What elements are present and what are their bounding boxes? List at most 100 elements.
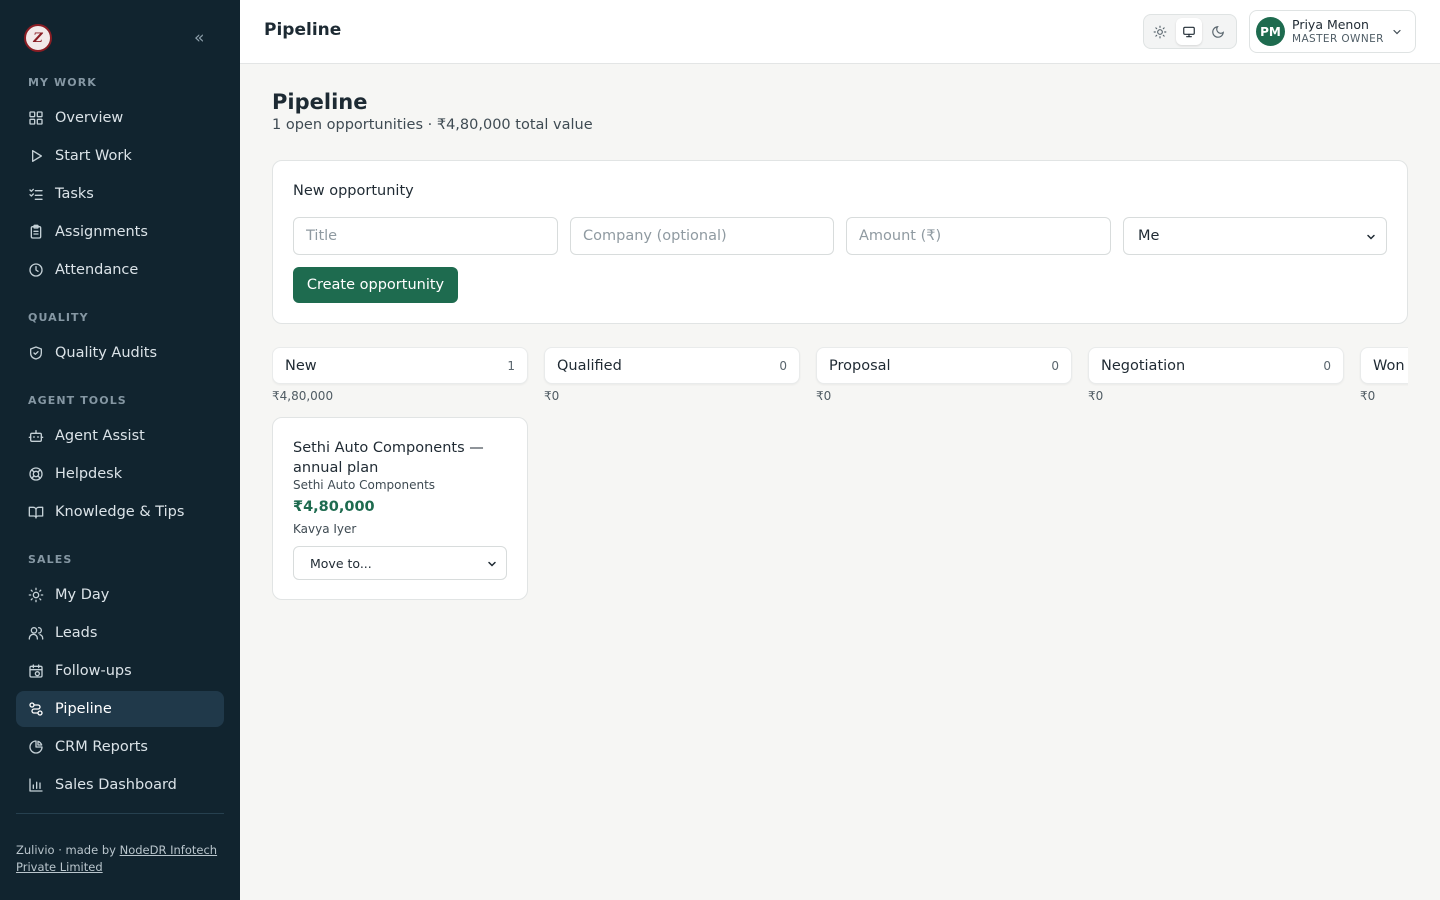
form-label: New opportunity [293, 183, 414, 199]
sidebar-item-label: Start Work [55, 148, 132, 164]
sidebar-item-assignments[interactable]: Assignments [16, 214, 224, 250]
move-stage-select[interactable]: Move to... [293, 546, 507, 580]
stage-header: Negotiation 0 [1088, 347, 1344, 384]
move-stage-label: Move to... [310, 555, 372, 571]
sidebar: Z « MY WORK Overview Start Work Tasks Assign… [0, 0, 240, 900]
sidebar-item-knowledge-tips[interactable]: Knowledge & Tips [16, 494, 224, 530]
sidebar-item-label: My Day [55, 587, 110, 603]
sidebar-item-label: Quality Audits [55, 345, 158, 361]
sidebar-item-label: Assignments [55, 224, 148, 240]
checklist-icon [29, 188, 43, 200]
shield-check-icon [30, 346, 42, 360]
sidebar-item-start-work[interactable]: Start Work [16, 138, 224, 174]
stage-name: Won [1373, 358, 1405, 374]
stage-header: Proposal 0 [816, 347, 1072, 384]
avatar: PM [1256, 17, 1285, 46]
sidebar-header: Z « [0, 0, 240, 76]
lifebuoy-icon [29, 467, 43, 481]
section-label: AGENT TOOLS [28, 394, 127, 407]
opportunity-card[interactable]: Sethi Auto Components — annual plan Seth… [272, 417, 528, 600]
dark-theme-button[interactable] [1204, 18, 1231, 45]
sidebar-item-overview[interactable]: Overview [16, 100, 224, 136]
sun-icon [1153, 25, 1167, 38]
stage-name: Negotiation [1101, 358, 1186, 374]
sidebar-item-label: Agent Assist [55, 428, 145, 444]
sidebar-item-helpdesk[interactable]: Helpdesk [16, 456, 224, 492]
opportunity-owner: Kavya Iyer [293, 522, 357, 536]
chevron-down-icon [488, 561, 496, 567]
stage-header: Won 0 [1360, 347, 1408, 384]
sidebar-item-my-day[interactable]: My Day [16, 577, 224, 613]
logo-mark: Z [33, 30, 43, 46]
moon-icon [1211, 25, 1224, 38]
footer-prefix: Zulivio · made by [16, 843, 120, 857]
owner-select[interactable]: Me [1123, 217, 1387, 255]
stage-total: ₹0 [1360, 389, 1376, 403]
section-label: MY WORK [28, 76, 97, 89]
app-logo[interactable]: Z [24, 24, 52, 52]
stage-name: Proposal [829, 358, 891, 374]
stage-header: Qualified 0 [544, 347, 800, 384]
light-theme-button[interactable] [1147, 18, 1174, 45]
main-content: Pipeline 1 open opportunities · ₹4,80,00… [240, 64, 1440, 900]
sidebar-item-label: Helpdesk [55, 466, 123, 482]
clock-icon [29, 263, 43, 277]
sidebar-item-label: Sales Dashboard [55, 777, 177, 793]
users-icon [28, 627, 44, 640]
clipboard-icon [30, 224, 42, 239]
user-menu[interactable]: PM Priya Menon MASTER OWNER [1249, 10, 1416, 53]
sidebar-item-label: Knowledge & Tips [55, 504, 185, 520]
stage-name: New [285, 358, 317, 374]
user-info: Priya Menon MASTER OWNER [1292, 16, 1384, 46]
stage-name: Qualified [557, 358, 622, 374]
route-icon [29, 702, 43, 716]
sidebar-footer: Zulivio · made by NodeDR Infotech Privat… [16, 813, 224, 876]
opportunity-company: Sethi Auto Components [293, 478, 436, 492]
sidebar-item-follow-ups[interactable]: Follow-ups [16, 653, 224, 689]
sidebar-item-leads[interactable]: Leads [16, 615, 224, 651]
chevron-down-icon [1367, 234, 1375, 240]
section-label: QUALITY [28, 311, 89, 324]
stage-column-new: New 1 ₹4,80,000 [272, 347, 528, 405]
monitor-icon [1183, 26, 1195, 37]
company-input[interactable] [570, 217, 834, 255]
sidebar-nav: MY WORK Overview Start Work Tasks Assignment… [0, 76, 240, 814]
bot-icon [28, 430, 44, 442]
stage-column-won: Won 0 ₹0 [1360, 347, 1408, 405]
new-opportunity-form: New opportunity Me Create opportunity [272, 160, 1408, 324]
sidebar-item-label: Attendance [55, 262, 139, 278]
sidebar-item-quality-audits[interactable]: Quality Audits [16, 335, 224, 371]
theme-switcher [1143, 14, 1237, 49]
stage-count: 1 [507, 359, 515, 373]
system-theme-button[interactable] [1175, 18, 1203, 45]
calendar-clock-icon [29, 664, 43, 678]
sidebar-item-label: Pipeline [55, 701, 112, 717]
chevron-down-icon [1393, 29, 1401, 35]
sidebar-item-label: CRM Reports [55, 739, 148, 755]
sidebar-item-pipeline[interactable]: Pipeline [16, 691, 224, 727]
collapse-sidebar-icon[interactable]: « [194, 28, 212, 48]
user-role: MASTER OWNER [1292, 32, 1384, 45]
stage-total: ₹0 [816, 389, 832, 403]
sidebar-item-label: Overview [55, 110, 124, 126]
title-input[interactable] [293, 217, 558, 255]
stage-total: ₹0 [1088, 389, 1104, 403]
sidebar-item-tasks[interactable]: Tasks [16, 176, 224, 212]
sidebar-item-label: Follow-ups [55, 663, 132, 679]
stage-column-qualified: Qualified 0 ₹0 [544, 347, 800, 405]
sidebar-item-crm-reports[interactable]: CRM Reports [16, 729, 224, 765]
owner-select-value: Me [1138, 228, 1160, 244]
opportunity-amount: ₹4,80,000 [293, 499, 375, 515]
page-title: Pipeline [272, 90, 368, 114]
opportunity-title: Sethi Auto Components — annual plan [293, 440, 484, 476]
amount-input[interactable] [846, 217, 1111, 255]
user-name: Priya Menon [1292, 16, 1369, 32]
pie-chart-icon [29, 740, 43, 754]
sidebar-item-label: Tasks [55, 186, 94, 202]
sidebar-item-agent-assist[interactable]: Agent Assist [16, 418, 224, 454]
sidebar-item-attendance[interactable]: Attendance [16, 252, 224, 288]
stage-column-proposal: Proposal 0 ₹0 [816, 347, 1072, 405]
create-opportunity-button[interactable]: Create opportunity [293, 267, 458, 303]
page-subtitle: 1 open opportunities · ₹4,80,000 total v… [272, 117, 593, 133]
sidebar-item-sales-dashboard[interactable]: Sales Dashboard [16, 767, 224, 803]
